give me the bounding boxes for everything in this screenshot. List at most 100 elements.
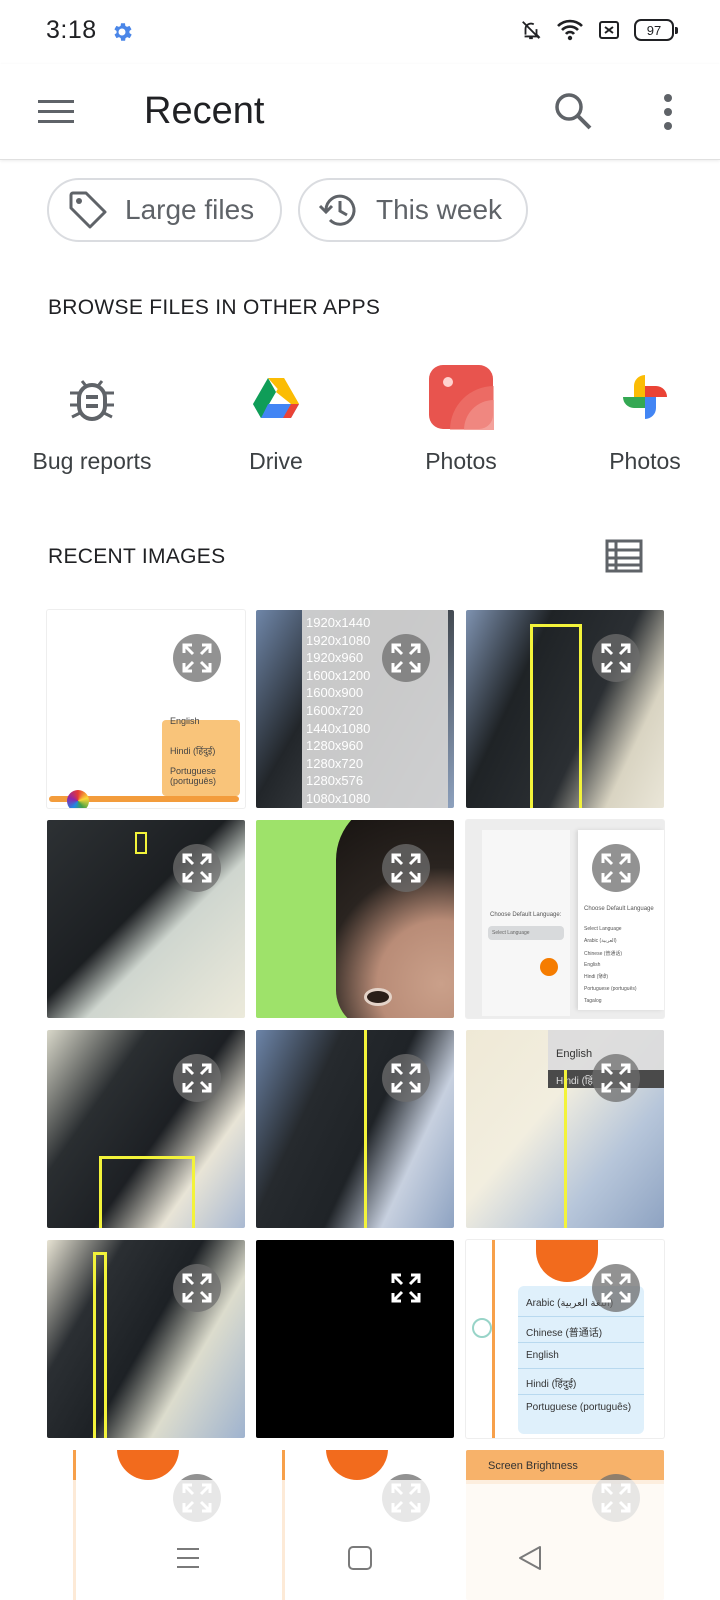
thumb-text: English — [556, 1048, 593, 1060]
expand-icon — [391, 643, 421, 673]
resolution-list: 1920x1440 1920x1080 1920x960 1600x1200 1… — [302, 610, 448, 808]
expand-icon — [601, 643, 631, 673]
chip-label: This week — [376, 194, 503, 225]
google-drive-icon — [253, 378, 299, 418]
bug-reports-app[interactable]: Bug reports — [12, 362, 172, 475]
thumb-text: 1280x720 — [306, 755, 364, 771]
thumb-text: English — [170, 716, 200, 726]
thumb-text: Chinese (普通话) — [584, 951, 623, 957]
recent-image-thumbnail[interactable] — [47, 820, 245, 1018]
divider — [518, 1316, 644, 1317]
more-options-icon[interactable] — [650, 90, 686, 134]
page-title: Recent — [144, 90, 265, 132]
expand-button[interactable] — [173, 1054, 221, 1102]
yellow-line — [564, 1070, 567, 1228]
menu-icon[interactable] — [36, 92, 76, 132]
thumb-text: Choose Default Language — [584, 906, 654, 912]
expand-button[interactable] — [592, 1264, 640, 1312]
browse-section-header: BROWSE FILES IN OTHER APPS — [48, 296, 381, 319]
yellow-line — [364, 1030, 367, 1228]
search-icon[interactable] — [552, 90, 596, 134]
recent-image-thumbnail[interactable] — [47, 1240, 245, 1438]
status-bar: 3:18 97 — [0, 0, 720, 64]
expand-icon — [391, 1063, 421, 1093]
orange-line — [492, 1240, 495, 1438]
thumb-text: Portuguese (português) — [584, 986, 637, 992]
recent-image-thumbnail[interactable]: Arabic (اللغة العربية) Chinese (普通话) Eng… — [466, 1240, 664, 1438]
chip-label: Large files — [125, 194, 255, 225]
divider — [518, 1342, 644, 1343]
back-nav-button[interactable] — [510, 1538, 550, 1578]
recent-image-thumbnail[interactable] — [256, 820, 454, 1018]
expand-icon — [601, 853, 631, 883]
thumb-text: Hindi (हिंदुई) — [526, 1379, 577, 1390]
thumb-text: Hindi (हिंदी) — [584, 974, 609, 980]
recent-image-thumbnail[interactable] — [256, 1030, 454, 1228]
thumb-text: Chinese (普通话) — [526, 1328, 603, 1339]
screen-panel: Choose Default Language: Select Language — [482, 830, 570, 1016]
expand-button[interactable] — [592, 634, 640, 682]
expand-button[interactable] — [173, 1264, 221, 1312]
settings-icon-thumb — [472, 1318, 492, 1338]
yellow-frame — [93, 1252, 107, 1438]
thumb-text: 1600x900 — [306, 685, 364, 701]
expand-button[interactable] — [382, 1054, 430, 1102]
thumb-text: Hindi (हिंदुई) — [170, 746, 216, 756]
yellow-frame — [530, 624, 582, 808]
app-label: Bug reports — [32, 448, 152, 474]
thumb-text: 1440x1080 — [306, 720, 371, 736]
thumb-text: 1080x1080 — [306, 790, 371, 806]
drive-app[interactable]: Drive — [196, 362, 356, 475]
expand-icon — [601, 1273, 631, 1303]
expand-icon — [182, 853, 212, 883]
recent-image-thumbnail[interactable] — [466, 610, 664, 808]
thumb-text: Choose Default Language: — [490, 912, 562, 918]
recent-image-thumbnail[interactable]: English Hindi (हिं — [466, 1030, 664, 1228]
this-week-chip[interactable]: This week — [298, 178, 528, 242]
menu-lines-icon — [177, 1548, 199, 1568]
yellow-frame — [135, 832, 147, 854]
list-view-icon[interactable] — [604, 538, 644, 574]
app-label: Photos — [425, 448, 497, 474]
expand-icon — [391, 853, 421, 883]
divider — [518, 1368, 644, 1369]
recent-image-thumbnail[interactable] — [256, 1240, 454, 1438]
home-nav-button[interactable] — [340, 1538, 380, 1578]
expand-button[interactable] — [173, 634, 221, 682]
large-files-chip[interactable]: Large files — [47, 178, 282, 242]
recent-image-thumbnail[interactable]: English Hindi (हिंदुई) Portuguese (portu… — [47, 610, 245, 808]
expand-button[interactable] — [592, 1054, 640, 1102]
recent-image-thumbnail[interactable] — [47, 1030, 245, 1228]
thumb-text: Portuguese (português) — [170, 766, 217, 786]
expand-button[interactable] — [382, 634, 430, 682]
recents-nav-button[interactable] — [168, 1538, 208, 1578]
navigation-bar — [0, 1520, 720, 1600]
expand-button[interactable] — [382, 844, 430, 892]
battery-level: 97 — [646, 22, 662, 38]
recent-images-header: RECENT IMAGES — [48, 545, 226, 568]
thumb-text: Select Language — [488, 926, 564, 940]
thumb-text: 1280x960 — [306, 738, 364, 754]
photos-gallery-app[interactable]: Photos — [381, 362, 541, 475]
yellow-frame — [99, 1156, 195, 1228]
settings-gear-icon — [114, 23, 132, 41]
thumb-text: Portuguese (português) — [526, 1402, 632, 1413]
battery-icon: 97 — [634, 19, 678, 41]
expand-button[interactable] — [173, 844, 221, 892]
thumb-text: 1600x720 — [306, 702, 364, 718]
notifications-off-icon — [522, 21, 541, 40]
expand-button[interactable] — [592, 844, 640, 892]
bug-icon — [70, 380, 114, 421]
eye — [364, 988, 392, 1006]
thumb-text: English — [526, 1350, 559, 1361]
expand-icon — [182, 1273, 212, 1303]
no-sim-icon — [599, 21, 619, 39]
next-icon — [540, 958, 558, 976]
recent-image-thumbnail[interactable]: 1920x1440 1920x1080 1920x960 1600x1200 1… — [256, 610, 454, 808]
expand-icon — [601, 1063, 631, 1093]
status-time: 3:18 — [46, 16, 97, 44]
expand-icon — [182, 643, 212, 673]
google-photos-app[interactable]: Photos — [565, 362, 720, 475]
recent-image-thumbnail[interactable]: Choose Default Language: Select Language… — [466, 820, 664, 1018]
expand-button[interactable] — [382, 1264, 430, 1312]
